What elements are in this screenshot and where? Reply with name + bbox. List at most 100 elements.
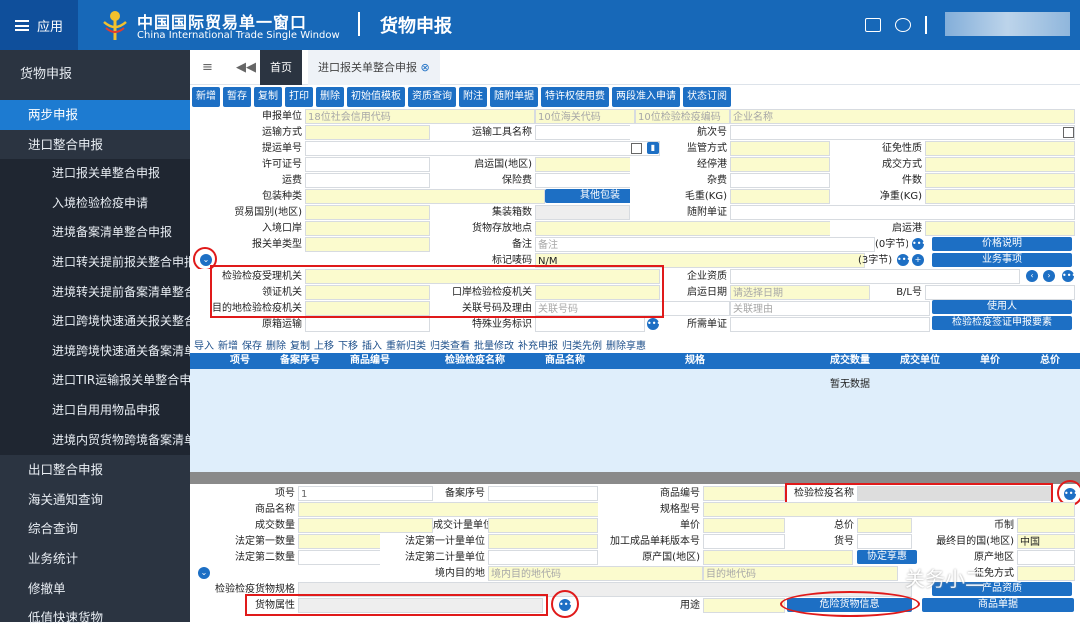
input-freight[interactable] (305, 173, 430, 188)
sidebar-item[interactable]: 两步申报 (0, 100, 190, 130)
input-origin-region[interactable] (1017, 550, 1075, 565)
grid-column-header[interactable]: 成交单位 (900, 353, 940, 369)
input-qualification[interactable] (730, 269, 1020, 284)
grid-action-button[interactable]: 归类先例 (562, 337, 602, 352)
sidebar-item[interactable]: 进境跨境快速通关备案清单整合申报 (0, 336, 190, 367)
input-package[interactable] (305, 189, 545, 204)
marks-more-icon[interactable]: ••• (897, 254, 911, 266)
sidebar-item[interactable]: 低值快速货物 (0, 603, 190, 633)
input-deal-mode[interactable] (925, 157, 1075, 172)
input-record-no[interactable] (488, 486, 598, 501)
input-bill-no[interactable] (305, 141, 660, 156)
toolbar-button[interactable]: 特许权使用费 (541, 87, 609, 107)
input-levy[interactable] (1017, 566, 1075, 581)
app-menu-button[interactable]: 应用 (0, 0, 78, 50)
input-item-no[interactable]: 1 (298, 486, 433, 501)
business-items-button[interactable]: 业务事项 (932, 253, 1072, 267)
sidebar-item[interactable]: 进口TIR运输报关单整合申报 (0, 366, 190, 396)
grid-action-button[interactable]: 保存 (242, 337, 262, 352)
input-price[interactable] (703, 518, 785, 533)
input-final-country[interactable]: 中国 (1017, 534, 1075, 549)
toolbar-button[interactable]: 状态订阅 (683, 87, 731, 107)
grid-action-button[interactable]: 上移 (314, 337, 334, 352)
marks-add-icon[interactable]: + (912, 254, 924, 266)
product-docs-button[interactable]: 商品单据 (922, 598, 1074, 612)
input-related-reason[interactable]: 关联理由 (730, 301, 930, 316)
grid-action-button[interactable]: 导入 (194, 337, 214, 352)
input-enterprise-name[interactable]: 企业名称 (730, 109, 1075, 124)
grid-column-header[interactable]: 规格 (685, 353, 705, 369)
grid-action-button[interactable]: 下移 (338, 337, 358, 352)
input-misc[interactable] (730, 173, 830, 188)
tab-current[interactable]: 进口报关单整合申报 ⊗ (308, 50, 440, 85)
toolbar-button[interactable]: 随附单据 (490, 87, 538, 107)
sidebar-item[interactable]: 进口转关提前报关整合申报 (0, 247, 190, 278)
input-transport-mode[interactable] (305, 125, 430, 140)
toolbar-button[interactable]: 复制 (254, 87, 282, 107)
expand-detail-icon[interactable]: ⌄ (198, 567, 210, 579)
voyage-checkbox[interactable] (1063, 127, 1074, 138)
input-dest-code[interactable]: 目的地代码 (703, 566, 898, 581)
sidebar-item[interactable]: 进境备案清单整合申报 (0, 218, 190, 248)
toolbar-button[interactable]: 两段准入申请 (612, 87, 680, 107)
input-origin[interactable] (703, 550, 853, 565)
grid-action-button[interactable]: 新增 (218, 337, 238, 352)
input-depart-date[interactable]: 请选择日期 (730, 285, 870, 300)
input-deal-qty[interactable] (298, 518, 433, 533)
input-supervision[interactable] (730, 141, 830, 156)
sidebar-item[interactable]: 出口整合申报 (0, 455, 190, 485)
qualification-more-icon[interactable]: ••• (1062, 270, 1076, 282)
price-note-button[interactable]: 价格说明 (932, 237, 1072, 251)
input-usage[interactable] (703, 598, 785, 613)
sidebar-item[interactable]: 业务统计 (0, 544, 190, 574)
grid-column-header[interactable]: 商品名称 (545, 353, 585, 369)
input-customs-code[interactable]: 10位海关代码 (535, 109, 635, 124)
bill-checkbox[interactable] (631, 143, 642, 154)
input-bl[interactable] (925, 285, 1075, 300)
input-entry-port[interactable] (305, 221, 430, 236)
toolbar-button[interactable]: 资质查询 (408, 87, 456, 107)
grid-action-button[interactable]: 补充申报 (518, 337, 558, 352)
user-button[interactable]: 使用人 (932, 300, 1072, 314)
rewind-icon[interactable]: ◀◀ (236, 60, 256, 75)
sidebar-item[interactable]: 修撤单 (0, 574, 190, 604)
grid-action-button[interactable]: 归类查看 (430, 337, 470, 352)
input-currency[interactable] (1017, 518, 1075, 533)
input-goods-no[interactable] (857, 534, 912, 549)
sidebar-item[interactable]: 综合查询 (0, 514, 190, 544)
toolbar-button[interactable]: 打印 (285, 87, 313, 107)
chevron-left-icon[interactable]: ‹ (1026, 270, 1038, 282)
grid-action-button[interactable]: 插入 (362, 337, 382, 352)
sidebar-item[interactable]: 进口报关单整合申报 (0, 159, 190, 189)
input-spec[interactable] (703, 502, 1075, 517)
input-trade-country[interactable] (305, 205, 430, 220)
input-version[interactable] (703, 534, 785, 549)
grid-column-header[interactable]: 项号 (230, 353, 250, 369)
sidebar-item[interactable]: 进境转关提前备案清单整合申报 (0, 277, 190, 308)
input-legal2-unit[interactable] (488, 550, 598, 565)
grid-column-header[interactable]: 商品编号 (350, 353, 390, 369)
grid-action-button[interactable]: 复制 (290, 337, 310, 352)
input-legal1-unit[interactable] (488, 534, 598, 549)
grid-action-button[interactable]: 批量修改 (474, 337, 514, 352)
remark-more-icon[interactable]: ••• (912, 238, 926, 250)
input-stop-port[interactable] (730, 157, 830, 172)
tab-home[interactable]: 首页 (260, 50, 302, 85)
sidebar-item[interactable]: 进境内贸货物跨境备案清单 (0, 425, 190, 456)
grid-column-header[interactable]: 单价 (980, 353, 1000, 369)
special-more-icon[interactable]: ••• (647, 318, 661, 330)
toolbar-button[interactable]: 新增 (192, 87, 220, 107)
input-original-box[interactable] (305, 317, 430, 332)
input-net[interactable] (925, 189, 1075, 204)
input-deal-unit[interactable] (488, 518, 598, 533)
agreement-button[interactable]: 协定享惠 (857, 550, 917, 564)
input-required-docs[interactable] (730, 317, 930, 332)
toolbar-button[interactable]: 暂存 (223, 87, 251, 107)
input-ciq-code[interactable]: 10位检验检疫编码 (635, 109, 730, 124)
grid-action-button[interactable]: 删除享惠 (606, 337, 646, 352)
input-exemption[interactable] (925, 141, 1075, 156)
input-storage[interactable] (535, 221, 855, 236)
input-voyage[interactable] (730, 125, 1075, 140)
grid-column-header[interactable]: 检验检疫名称 (445, 353, 505, 369)
input-license[interactable] (305, 157, 430, 172)
